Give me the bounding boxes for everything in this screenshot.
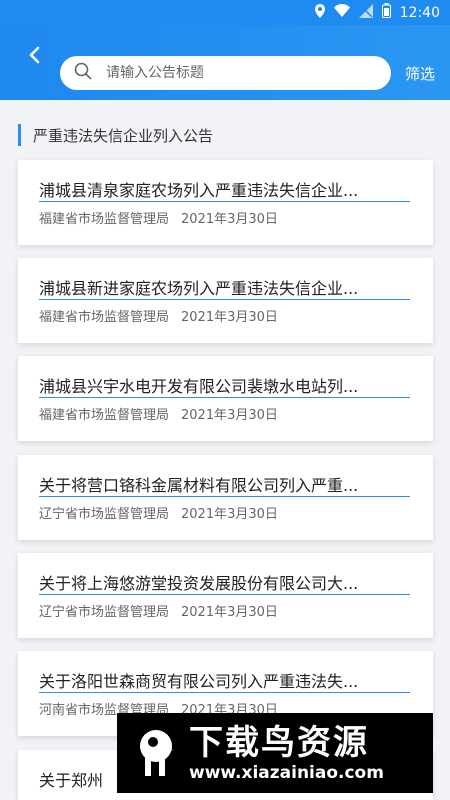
item-date: 2021年3月30日 bbox=[181, 310, 278, 325]
item-source: 福建省市场监督管理局 bbox=[39, 310, 170, 325]
watermark-title: 下载鸟资源 bbox=[189, 723, 369, 763]
item-date: 2021年3月30日 bbox=[181, 212, 278, 227]
section-header: 严重违法失信企业列入公告 bbox=[18, 123, 213, 147]
list-item[interactable]: 关于将上海悠游堂投资发展股份有限公司大... 辽宁省市场监督管理局 2021年3月… bbox=[18, 553, 433, 638]
status-bar: 12:40 bbox=[0, 0, 450, 25]
item-source: 福建省市场监督管理局 bbox=[39, 408, 170, 423]
item-title: 关于洛阳世森商贸有限公司列入严重违法失... bbox=[39, 672, 359, 691]
item-meta: 辽宁省市场监督管理局 2021年3月30日 bbox=[39, 503, 278, 522]
item-date: 2021年3月30日 bbox=[181, 507, 278, 522]
item-source: 辽宁省市场监督管理局 bbox=[39, 507, 170, 522]
status-time: 12:40 bbox=[399, 4, 440, 21]
item-divider bbox=[39, 496, 410, 497]
item-meta: 福建省市场监督管理局 2021年3月30日 bbox=[39, 404, 278, 423]
no-signal-icon bbox=[358, 3, 373, 22]
app-header: 筛选 bbox=[0, 25, 450, 100]
item-divider bbox=[39, 397, 410, 398]
item-title: 关于将上海悠游堂投资发展股份有限公司大... bbox=[39, 574, 359, 593]
list-item[interactable]: 浦城县兴宇水电开发有限公司裴墩水电站列... 福建省市场监督管理局 2021年3月… bbox=[18, 356, 433, 441]
watermark-banner: 下载鸟资源 www.xiazainiao.com bbox=[117, 713, 433, 793]
list-item[interactable]: 浦城县新进家庭农场列入严重违法失信企业... 福建省市场监督管理局 2021年3月… bbox=[18, 258, 433, 343]
wifi-icon bbox=[333, 4, 350, 21]
item-divider bbox=[39, 692, 410, 693]
item-meta: 辽宁省市场监督管理局 2021年3月30日 bbox=[39, 601, 278, 620]
search-icon bbox=[74, 62, 92, 84]
item-title: 关于将营口铬科金属材料有限公司列入严重... bbox=[39, 476, 359, 495]
item-source: 福建省市场监督管理局 bbox=[39, 212, 170, 227]
search-bar[interactable] bbox=[60, 56, 391, 90]
section-accent-bar bbox=[18, 124, 21, 146]
item-divider bbox=[39, 594, 410, 595]
item-title: 浦城县兴宇水电开发有限公司裴墩水电站列... bbox=[39, 377, 359, 396]
section-title: 严重违法失信企业列入公告 bbox=[33, 126, 214, 145]
chevron-left-icon bbox=[28, 46, 40, 68]
item-title: 浦城县新进家庭农场列入严重违法失信企业... bbox=[39, 279, 359, 298]
bird-logo-icon bbox=[131, 724, 181, 782]
list-item[interactable]: 关于将营口铬科金属材料有限公司列入严重... 辽宁省市场监督管理局 2021年3月… bbox=[18, 455, 433, 540]
filter-button[interactable]: 筛选 bbox=[405, 63, 435, 84]
item-divider bbox=[39, 201, 410, 202]
back-button[interactable] bbox=[20, 43, 48, 71]
item-meta: 福建省市场监督管理局 2021年3月30日 bbox=[39, 306, 278, 325]
item-source: 辽宁省市场监督管理局 bbox=[39, 605, 170, 620]
watermark-url: www.xiazainiao.com bbox=[189, 763, 384, 783]
search-input[interactable] bbox=[106, 65, 356, 81]
item-title: 浦城县清泉家庭农场列入严重违法失信企业... bbox=[39, 181, 359, 200]
item-meta: 福建省市场监督管理局 2021年3月30日 bbox=[39, 208, 278, 227]
battery-icon bbox=[381, 3, 391, 22]
item-date: 2021年3月30日 bbox=[181, 408, 278, 423]
list-item[interactable]: 浦城县清泉家庭农场列入严重违法失信企业... 福建省市场监督管理局 2021年3月… bbox=[18, 160, 433, 245]
location-icon bbox=[314, 3, 325, 22]
item-divider bbox=[39, 299, 410, 300]
item-date: 2021年3月30日 bbox=[181, 605, 278, 620]
